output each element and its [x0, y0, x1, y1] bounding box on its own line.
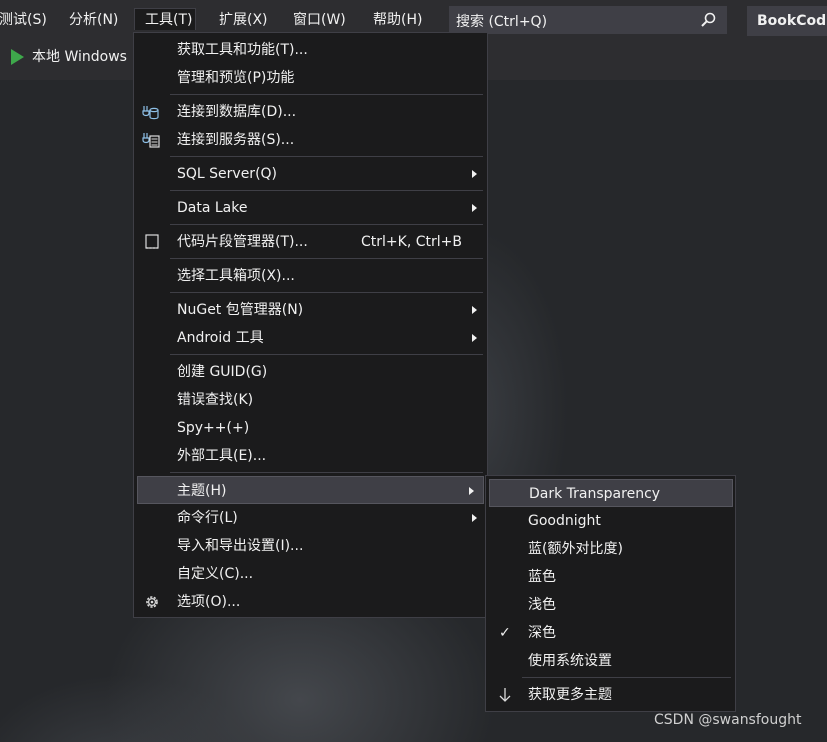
- submenu-arrow-icon: [472, 306, 477, 314]
- menu-item-label: 管理和预览(P)功能: [177, 70, 295, 86]
- menu-test[interactable]: 测试(S): [0, 9, 52, 31]
- menu-item-get-tools[interactable]: 获取工具和功能(T)...: [134, 36, 487, 64]
- server-connect-icon: [142, 133, 160, 148]
- menu-item-label: 主题(H): [177, 483, 227, 499]
- menu-item-label: 错误查找(K): [177, 392, 254, 408]
- menu-item-label: 蓝(额外对比度): [528, 541, 623, 557]
- solution-name[interactable]: BookCod: [747, 6, 827, 36]
- menu-item-nuget[interactable]: NuGet 包管理器(N): [134, 296, 487, 324]
- menu-item-label: SQL Server(Q): [177, 166, 278, 182]
- menu-item-create-guid[interactable]: 创建 GUID(G): [134, 358, 487, 386]
- menu-item-label: 自定义(C)...: [177, 566, 254, 582]
- theme-submenu: Dark Transparency Goodnight 蓝(额外对比度) 蓝色 …: [485, 475, 736, 712]
- submenu-arrow-icon: [472, 170, 477, 178]
- menu-item-label: 深色: [528, 625, 556, 641]
- search-box[interactable]: 搜索 (Ctrl+Q): [449, 6, 727, 34]
- menu-item-label: Android 工具: [177, 330, 264, 346]
- menu-item-label: Dark Transparency: [529, 486, 661, 502]
- menu-item-sql-server[interactable]: SQL Server(Q): [134, 160, 487, 188]
- menu-item-label: 连接到数据库(D)...: [177, 104, 297, 120]
- menu-item-label: 命令行(L): [177, 510, 238, 526]
- submenu-arrow-icon: [472, 204, 477, 212]
- menu-item-label: 选项(O)...: [177, 594, 241, 610]
- tools-menu: 获取工具和功能(T)... 管理和预览(P)功能 连接到数据库(D)... 连接…: [133, 32, 488, 618]
- menu-item-shortcut: Ctrl+K, Ctrl+B: [361, 234, 462, 250]
- menu-item-label: Spy++(+): [177, 420, 250, 436]
- snippet-icon: [145, 234, 159, 249]
- menu-item-snippets-manager[interactable]: 代码片段管理器(T)... Ctrl+K, Ctrl+B: [134, 228, 487, 256]
- checkmark-icon: ✓: [499, 625, 511, 641]
- run-target-label[interactable]: 本地 Windows: [32, 46, 127, 66]
- menu-item-label: 获取更多主题: [528, 687, 612, 703]
- separator: [170, 472, 483, 473]
- submenu-arrow-icon: [472, 334, 477, 342]
- menu-item-connect-database[interactable]: 连接到数据库(D)...: [134, 98, 487, 126]
- separator: [170, 190, 483, 191]
- theme-item-get-more[interactable]: 获取更多主题: [486, 681, 735, 709]
- menu-item-manage-preview[interactable]: 管理和预览(P)功能: [134, 64, 487, 92]
- menu-item-connect-server[interactable]: 连接到服务器(S)...: [134, 126, 487, 154]
- menu-item-error-lookup[interactable]: 错误查找(K): [134, 386, 487, 414]
- menu-item-import-export[interactable]: 导入和导出设置(I)...: [134, 532, 487, 560]
- menu-item-android-tools[interactable]: Android 工具: [134, 324, 487, 352]
- menu-item-choose-toolbox[interactable]: 选择工具箱项(X)...: [134, 262, 487, 290]
- menu-item-label: 浅色: [528, 597, 556, 613]
- menu-item-label: 使用系统设置: [528, 653, 612, 669]
- menu-item-label: 选择工具箱项(X)...: [177, 268, 295, 284]
- submenu-arrow-icon: [469, 487, 474, 495]
- menu-item-label: 连接到服务器(S)...: [177, 132, 295, 148]
- menu-window[interactable]: 窗口(W): [288, 9, 351, 31]
- play-icon[interactable]: [11, 49, 24, 65]
- watermark: CSDN @swansfought: [654, 712, 802, 728]
- menu-item-command-line[interactable]: 命令行(L): [134, 504, 487, 532]
- menu-tools[interactable]: 工具(T): [134, 8, 196, 30]
- theme-item-use-system[interactable]: 使用系统设置: [486, 647, 735, 675]
- menu-item-external-tools[interactable]: 外部工具(E)...: [134, 442, 487, 470]
- menu-item-label: 蓝色: [528, 569, 556, 585]
- theme-item-dark[interactable]: ✓ 深色: [486, 619, 735, 647]
- theme-item-light[interactable]: 浅色: [486, 591, 735, 619]
- menu-item-label: Goodnight: [528, 513, 601, 529]
- menu-item-label: 获取工具和功能(T)...: [177, 42, 308, 58]
- separator: [170, 258, 483, 259]
- menu-item-label: Data Lake: [177, 200, 248, 216]
- separator: [170, 94, 483, 95]
- menu-item-label: 导入和导出设置(I)...: [177, 538, 304, 554]
- separator: [170, 156, 483, 157]
- menu-item-label: NuGet 包管理器(N): [177, 302, 304, 318]
- database-connect-icon: [142, 106, 159, 120]
- menu-item-data-lake[interactable]: Data Lake: [134, 194, 487, 222]
- separator: [170, 224, 483, 225]
- menu-item-label: 代码片段管理器(T)...: [177, 234, 308, 250]
- theme-item-blue-high-contrast[interactable]: 蓝(额外对比度): [486, 535, 735, 563]
- menu-item-label: 创建 GUID(G): [177, 364, 268, 380]
- menu-item-label: 外部工具(E)...: [177, 448, 267, 464]
- search-icon[interactable]: [700, 12, 716, 28]
- separator: [522, 677, 731, 678]
- separator: [170, 354, 483, 355]
- menu-item-options[interactable]: 选项(O)...: [134, 588, 487, 616]
- download-arrow-icon: [499, 688, 511, 702]
- menu-help[interactable]: 帮助(H): [368, 9, 427, 31]
- search-placeholder: 搜索 (Ctrl+Q): [456, 14, 548, 30]
- menu-item-spy[interactable]: Spy++(+): [134, 414, 487, 442]
- theme-item-goodnight[interactable]: Goodnight: [486, 507, 735, 535]
- menu-item-theme[interactable]: 主题(H): [137, 476, 484, 504]
- gear-icon: [146, 596, 158, 608]
- theme-item-dark-transparency[interactable]: Dark Transparency: [489, 479, 733, 507]
- theme-item-blue[interactable]: 蓝色: [486, 563, 735, 591]
- menu-item-customize[interactable]: 自定义(C)...: [134, 560, 487, 588]
- submenu-arrow-icon: [472, 514, 477, 522]
- menu-analyze[interactable]: 分析(N): [64, 9, 123, 31]
- menu-extensions[interactable]: 扩展(X): [214, 9, 273, 31]
- separator: [170, 292, 483, 293]
